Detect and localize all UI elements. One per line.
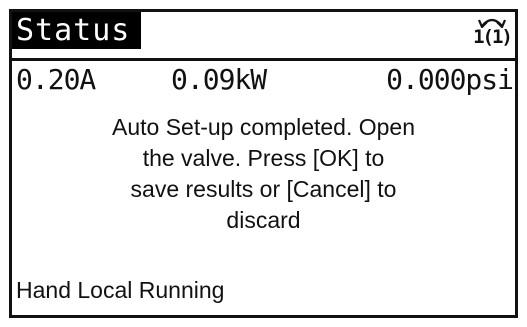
- page-title: Status: [12, 12, 141, 49]
- setup-label: 1(1): [473, 26, 513, 48]
- header-bar: Status 1(1): [12, 12, 515, 64]
- readout-row: 0.20A 0.09kW 0.000psi: [12, 60, 515, 100]
- lcp-display: Status 1(1) 0.20A 0.09kW 0.000psi Auto S…: [9, 9, 518, 318]
- current-readout: 0.20A: [16, 63, 96, 96]
- message-line: Auto Set-up completed. Open: [111, 114, 416, 140]
- operating-status: Hand Local Running: [16, 277, 225, 303]
- message-line: save results or [Cancel] to: [130, 176, 397, 202]
- status-message: Auto Set-up completed. Open the valve. P…: [22, 112, 505, 236]
- setup-indicator: 1(1): [473, 14, 513, 48]
- message-line: the valve. Press [OK] to: [142, 145, 385, 171]
- power-readout: 0.09kW: [171, 63, 267, 96]
- pressure-readout: 0.000psi: [386, 63, 514, 96]
- message-line: discard: [226, 207, 301, 233]
